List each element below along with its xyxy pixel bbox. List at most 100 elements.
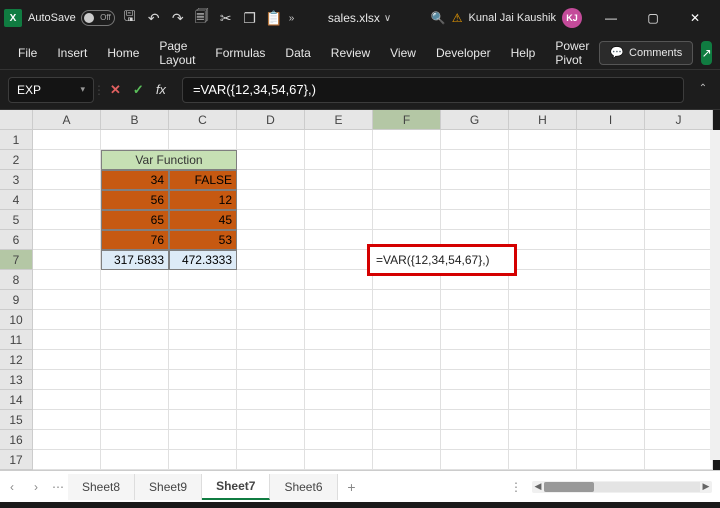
cell-I6[interactable] (577, 230, 645, 250)
cell-E6[interactable] (305, 230, 373, 250)
undo-icon[interactable]: ↶ (145, 9, 163, 27)
avatar[interactable]: KJ (562, 8, 582, 28)
row-header-9[interactable]: 9 (0, 290, 33, 310)
sheet-tab-sheet9[interactable]: Sheet9 (135, 474, 202, 500)
cell-H10[interactable] (509, 310, 577, 330)
cell-J3[interactable] (645, 170, 713, 190)
cell-E1[interactable] (305, 130, 373, 150)
cell-I3[interactable] (577, 170, 645, 190)
cell-D6[interactable] (237, 230, 305, 250)
tab-insert[interactable]: Insert (47, 40, 97, 66)
cell-E7[interactable] (305, 250, 373, 270)
cell-A11[interactable] (33, 330, 101, 350)
cell-D16[interactable] (237, 430, 305, 450)
column-header-i[interactable]: I (577, 110, 645, 130)
cell-I9[interactable] (577, 290, 645, 310)
cell-E11[interactable] (305, 330, 373, 350)
cell-B7[interactable]: 317.5833 (101, 250, 169, 270)
cell-C7[interactable]: 472.3333 (169, 250, 237, 270)
cell-B12[interactable] (101, 350, 169, 370)
tab-power-pivot[interactable]: Power Pivot (545, 33, 599, 73)
sheet-tab-sheet7[interactable]: Sheet7 (202, 474, 270, 500)
cell-B2[interactable]: Var Function (101, 150, 237, 170)
column-header-a[interactable]: A (33, 110, 101, 130)
cell-F15[interactable] (373, 410, 441, 430)
cell-B14[interactable] (101, 390, 169, 410)
cell-A9[interactable] (33, 290, 101, 310)
add-sheet-button[interactable]: + (338, 479, 366, 495)
share-button[interactable]: ↗ (701, 41, 712, 65)
cell-E2[interactable] (305, 150, 373, 170)
cell-G13[interactable] (441, 370, 509, 390)
cell-F1[interactable] (373, 130, 441, 150)
cell-G16[interactable] (441, 430, 509, 450)
formula-bar[interactable]: =VAR({12,34,54,67},) (182, 77, 684, 103)
horizontal-scrollbar[interactable]: ◀ ▶ (532, 481, 712, 493)
cell-F14[interactable] (373, 390, 441, 410)
cell-D8[interactable] (237, 270, 305, 290)
row-header-12[interactable]: 12 (0, 350, 33, 370)
cell-C16[interactable] (169, 430, 237, 450)
cell-J5[interactable] (645, 210, 713, 230)
cell-J6[interactable] (645, 230, 713, 250)
row-header-13[interactable]: 13 (0, 370, 33, 390)
cell-E4[interactable] (305, 190, 373, 210)
user-name[interactable]: Kunal Jai Kaushik (469, 12, 556, 24)
cell-B3[interactable]: 34 (101, 170, 169, 190)
cell-I5[interactable] (577, 210, 645, 230)
cell-D15[interactable] (237, 410, 305, 430)
tab-options-icon[interactable]: ⋮ (500, 480, 532, 494)
row-header-17[interactable]: 17 (0, 450, 33, 470)
comments-button[interactable]: 💬 Comments (599, 41, 693, 65)
cell-D17[interactable] (237, 450, 305, 470)
scroll-right-icon[interactable]: ▶ (700, 481, 712, 492)
cell-H8[interactable] (509, 270, 577, 290)
cell-E16[interactable] (305, 430, 373, 450)
row-header-16[interactable]: 16 (0, 430, 33, 450)
tab-page-layout[interactable]: Page Layout (149, 33, 205, 73)
cell-J11[interactable] (645, 330, 713, 350)
cell-D9[interactable] (237, 290, 305, 310)
cell-C10[interactable] (169, 310, 237, 330)
tab-help[interactable]: Help (501, 40, 546, 66)
cell-J1[interactable] (645, 130, 713, 150)
cell-I13[interactable] (577, 370, 645, 390)
cell-H12[interactable] (509, 350, 577, 370)
cell-I12[interactable] (577, 350, 645, 370)
cell-C3[interactable]: FALSE (169, 170, 237, 190)
cell-A7[interactable] (33, 250, 101, 270)
tab-review[interactable]: Review (321, 40, 380, 66)
cell-B8[interactable] (101, 270, 169, 290)
cell-E14[interactable] (305, 390, 373, 410)
cell-F16[interactable] (373, 430, 441, 450)
cell-H3[interactable] (509, 170, 577, 190)
cell-G10[interactable] (441, 310, 509, 330)
cell-J2[interactable] (645, 150, 713, 170)
tab-view[interactable]: View (380, 40, 426, 66)
column-header-d[interactable]: D (237, 110, 305, 130)
tab-home[interactable]: Home (97, 40, 149, 66)
cell-E12[interactable] (305, 350, 373, 370)
cell-H15[interactable] (509, 410, 577, 430)
column-header-e[interactable]: E (305, 110, 373, 130)
cell-J17[interactable] (645, 450, 713, 470)
filename-caret-icon[interactable]: ∨ (384, 13, 391, 24)
cell-F13[interactable] (373, 370, 441, 390)
cell-G9[interactable] (441, 290, 509, 310)
cell-C12[interactable] (169, 350, 237, 370)
fx-button[interactable]: fx (156, 82, 166, 97)
cell-I4[interactable] (577, 190, 645, 210)
cell-J7[interactable] (645, 250, 713, 270)
cell-F3[interactable] (373, 170, 441, 190)
cell-D2[interactable] (237, 150, 305, 170)
cell-I7[interactable] (577, 250, 645, 270)
cell-A14[interactable] (33, 390, 101, 410)
cell-E9[interactable] (305, 290, 373, 310)
cell-D7[interactable] (237, 250, 305, 270)
enter-formula-button[interactable]: ✓ (127, 82, 150, 98)
cell-D10[interactable] (237, 310, 305, 330)
row-header-4[interactable]: 4 (0, 190, 33, 210)
grid-vertical-scrollbar[interactable] (710, 130, 720, 460)
cell-E8[interactable] (305, 270, 373, 290)
chevron-down-icon[interactable]: ▾ (80, 84, 85, 95)
